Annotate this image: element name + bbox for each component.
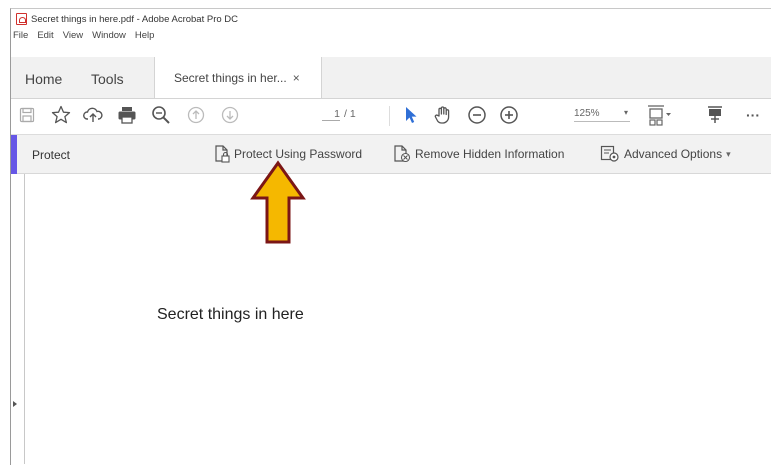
remove-hidden-information-button[interactable]: Remove Hidden Information [393, 145, 564, 163]
page-current[interactable]: 1 [322, 108, 340, 121]
toolbar-divider [389, 106, 390, 126]
advanced-options-button[interactable]: Advanced Options ▾ [600, 145, 731, 163]
hand-tool-icon[interactable] [429, 101, 457, 129]
arrow-shape [250, 160, 306, 244]
document-settings-icon [600, 145, 619, 162]
protect-tool-title: Protect [32, 148, 71, 162]
print-icon[interactable] [113, 101, 141, 129]
menu-window[interactable]: Window [92, 30, 126, 41]
window-title: Secret things in here.pdf - Adobe Acroba… [31, 13, 239, 25]
window-titlebar: Secret things in here.pdf - Adobe Acroba… [11, 9, 771, 29]
zoom-level-value: 125% [574, 108, 600, 119]
protect-accent-bar [11, 135, 17, 174]
main-toolbar: 1 / 1 125% ▾ ··· [11, 98, 771, 134]
advanced-options-label: Advanced Options [624, 147, 723, 161]
acrobat-window: Secret things in here.pdf - Adobe Acroba… [10, 8, 771, 465]
pdf-file-icon [16, 13, 27, 25]
menu-help[interactable]: Help [135, 30, 155, 41]
left-panel-collapsed [11, 174, 25, 464]
document-remove-icon [394, 145, 411, 163]
tab-tools[interactable]: Tools [91, 71, 124, 87]
annotation-arrow [250, 160, 306, 244]
save-icon[interactable] [13, 101, 41, 129]
upload-cloud-icon[interactable] [79, 101, 107, 129]
more-icon[interactable]: ··· [739, 101, 767, 129]
page-display-icon[interactable] [645, 101, 673, 129]
comment-icon[interactable] [701, 101, 729, 129]
expand-panel-icon[interactable] [13, 401, 17, 407]
protect-toolbar: Protect Protect Using Password Remove Hi… [11, 134, 771, 174]
page-up-icon[interactable] [182, 101, 210, 129]
remove-hidden-information-label: Remove Hidden Information [415, 147, 565, 161]
zoom-in-icon[interactable] [495, 101, 523, 129]
close-tab-icon[interactable]: × [293, 71, 300, 85]
bookmark-star-icon[interactable] [47, 101, 75, 129]
zoom-level-select[interactable]: 125% ▾ [574, 108, 630, 122]
tab-document-label: Secret things in her... [174, 70, 287, 85]
select-cursor-icon[interactable] [397, 101, 425, 129]
chevron-down-icon: ▾ [726, 148, 731, 159]
zoom-out-icon[interactable] [463, 101, 491, 129]
search-zoom-icon[interactable] [147, 101, 175, 129]
tab-bar: Home Tools Secret things in her... × [11, 57, 771, 99]
page-down-icon[interactable] [216, 101, 244, 129]
tab-document[interactable]: Secret things in her... × [154, 57, 322, 98]
page-total: / 1 [344, 108, 356, 120]
menu-file[interactable]: File [13, 30, 28, 41]
tab-home[interactable]: Home [25, 71, 62, 87]
document-body-text: Secret things in here [157, 306, 304, 323]
chevron-down-icon: ▾ [623, 108, 628, 117]
menu-bar: File Edit View Window Help [11, 28, 163, 43]
document-lock-icon [215, 145, 230, 163]
menu-edit[interactable]: Edit [37, 30, 53, 41]
menu-view[interactable]: View [63, 30, 83, 41]
page-number-input[interactable]: 1 / 1 [322, 108, 356, 121]
protect-using-password-label: Protect Using Password [234, 147, 363, 161]
